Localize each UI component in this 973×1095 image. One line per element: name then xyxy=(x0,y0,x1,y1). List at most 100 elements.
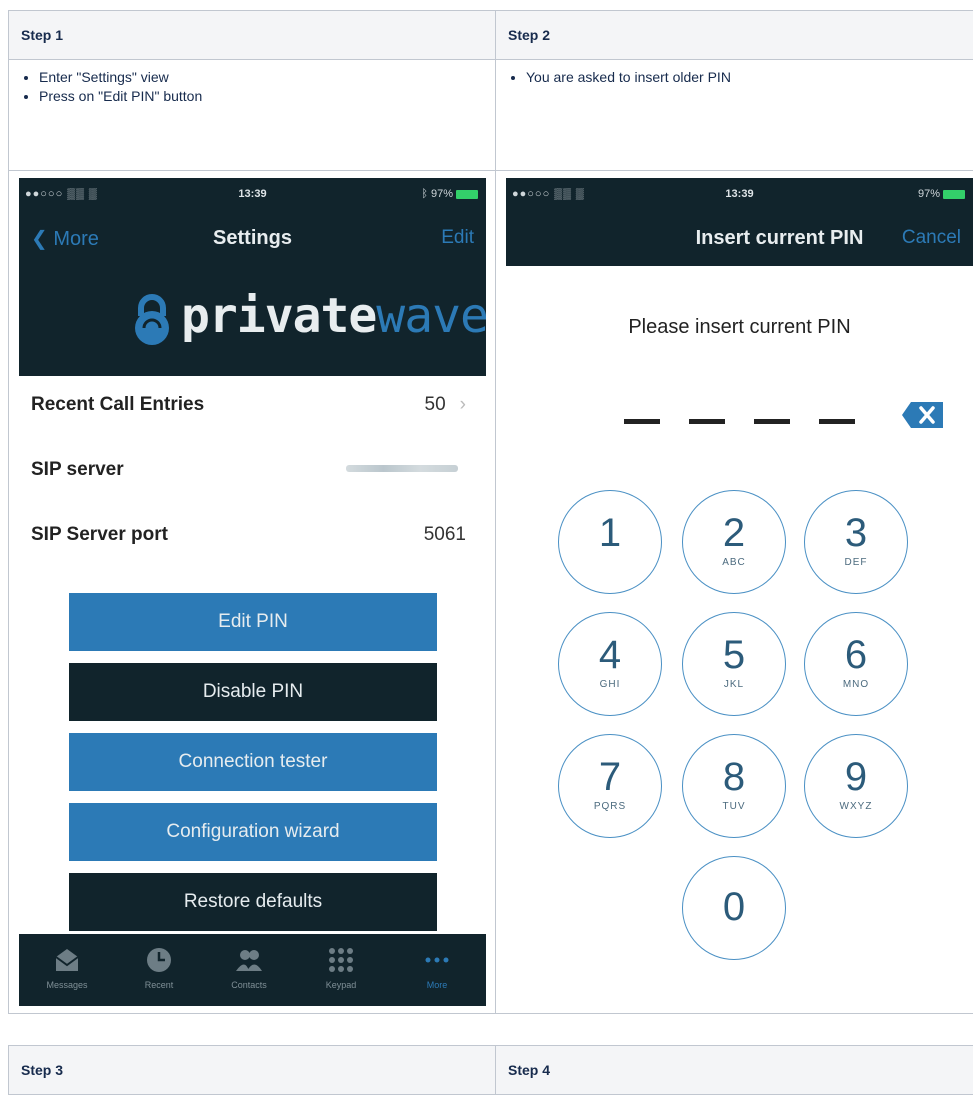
more-icon xyxy=(423,946,451,974)
tab-label: More xyxy=(397,980,477,990)
key-9[interactable]: 9 WXYZ xyxy=(804,734,908,838)
edit-button[interactable]: Edit xyxy=(441,227,474,249)
step-1-header: Step 1 xyxy=(9,11,496,60)
settings-header: ●●○○○ ▒▒ ▒ 13:39 ᛒ 97% ❮ More Settings E… xyxy=(19,178,486,376)
key-digit: 0 xyxy=(683,887,785,927)
key-letters: MNO xyxy=(805,679,907,690)
battery-indicator: ᛒ 97% xyxy=(421,188,478,200)
logo-part-wave: wave xyxy=(376,288,486,344)
contacts-icon xyxy=(235,946,263,974)
key-letters: PQRS xyxy=(559,801,661,812)
step-3-header: Step 3 xyxy=(9,1046,496,1095)
tab-contacts[interactable]: Contacts xyxy=(209,946,289,990)
sip-server-port-row[interactable]: SIP Server port 5061 xyxy=(19,506,486,571)
recent-call-entries-row[interactable]: Recent Call Entries 50 › xyxy=(19,376,486,441)
pin-entry-dots xyxy=(624,411,884,429)
row-value: 5061 xyxy=(424,524,466,546)
chevron-right-icon: › xyxy=(460,394,466,415)
step-1-screenshot: ●●○○○ ▒▒ ▒ 13:39 ᛒ 97% ❮ More Settings E… xyxy=(9,171,496,1014)
step-1-instructions: Enter "Settings" view Press on "Edit PIN… xyxy=(9,60,496,171)
sip-server-value-blurred xyxy=(346,465,458,472)
status-bar: ●●○○○ ▒▒ ▒ 13:39 97% xyxy=(506,178,973,214)
step-2-header: Step 2 xyxy=(496,11,973,60)
key-digit: 5 xyxy=(683,635,785,675)
row-value: 50 › xyxy=(425,394,466,416)
insert-pin-header: ●●○○○ ▒▒ ▒ 13:39 97% Insert current PIN … xyxy=(506,178,973,266)
edit-pin-button[interactable]: Edit PIN xyxy=(69,593,437,651)
battery-icon xyxy=(943,190,965,199)
step-2-instructions: You are asked to insert older PIN xyxy=(496,60,973,171)
key-4[interactable]: 4 GHI xyxy=(558,612,662,716)
battery-percent: 97% xyxy=(918,188,940,200)
key-5[interactable]: 5 JKL xyxy=(682,612,786,716)
pin-prompt: Please insert current PIN xyxy=(506,316,973,339)
pin-slot xyxy=(754,419,790,424)
pin-slot xyxy=(819,419,855,424)
key-7[interactable]: 7 PQRS xyxy=(558,734,662,838)
key-digit: 3 xyxy=(805,513,907,553)
step-4-header: Step 4 xyxy=(496,1046,973,1095)
restore-defaults-button[interactable]: Restore defaults xyxy=(69,873,437,931)
tab-bar: Messages Recent Contacts Keypad xyxy=(19,934,486,1006)
key-digit: 7 xyxy=(559,757,661,797)
tab-messages[interactable]: Messages xyxy=(27,946,107,990)
settings-screen: ●●○○○ ▒▒ ▒ 13:39 ᛒ 97% ❮ More Settings E… xyxy=(19,178,486,1006)
tab-keypad[interactable]: Keypad xyxy=(301,946,381,990)
key-letters: DEF xyxy=(805,557,907,568)
key-letters: TUV xyxy=(683,801,785,812)
row-label: SIP server xyxy=(31,459,124,481)
key-letters: WXYZ xyxy=(805,801,907,812)
cancel-button[interactable]: Cancel xyxy=(902,227,961,249)
battery-icon xyxy=(456,190,478,199)
disable-pin-button[interactable]: Disable PIN xyxy=(69,663,437,721)
key-3[interactable]: 3 DEF xyxy=(804,490,908,594)
row-label: SIP Server port xyxy=(31,524,168,546)
steps-table: Step 1 Step 2 Enter "Settings" view Pres… xyxy=(8,10,973,1014)
connection-tester-button[interactable]: Connection tester xyxy=(69,733,437,791)
battery-indicator: 97% xyxy=(918,188,965,200)
key-6[interactable]: 6MNO xyxy=(804,612,908,716)
row-label: Recent Call Entries xyxy=(31,394,204,416)
key-digit: 8 xyxy=(683,757,785,797)
envelope-icon xyxy=(53,946,81,974)
battery-percent: 97% xyxy=(431,188,453,200)
key-digit: 1 xyxy=(559,513,661,553)
key-digit: 4 xyxy=(559,635,661,675)
status-time: 13:39 xyxy=(506,188,973,200)
privatewave-logo: privatewave xyxy=(19,266,486,376)
recent-call-entries-value: 50 xyxy=(425,394,446,415)
key-letters: ABC xyxy=(683,557,785,568)
pin-slot xyxy=(689,419,725,424)
configuration-wizard-button[interactable]: Configuration wizard xyxy=(69,803,437,861)
sip-server-row[interactable]: SIP server xyxy=(19,441,486,506)
clock-icon xyxy=(145,946,173,974)
nav-bar: ❮ More Settings Edit xyxy=(19,214,486,266)
bluetooth-icon: ᛒ xyxy=(421,188,431,200)
step-1-bullet: Enter "Settings" view xyxy=(39,68,495,87)
step-2-screenshot: ●●○○○ ▒▒ ▒ 13:39 97% Insert current PIN … xyxy=(496,171,973,1014)
step-2-bullet: You are asked to insert older PIN xyxy=(526,68,973,87)
step-1-bullet: Press on "Edit PIN" button xyxy=(39,87,495,106)
key-2[interactable]: 2 ABC xyxy=(682,490,786,594)
key-letters: GHI xyxy=(559,679,661,690)
key-letters: JKL xyxy=(683,679,785,690)
status-bar: ●●○○○ ▒▒ ▒ 13:39 ᛒ 97% xyxy=(19,178,486,214)
keypad-icon xyxy=(327,946,355,974)
logo-wordmark: privatewave xyxy=(181,288,486,344)
backspace-icon[interactable] xyxy=(901,400,945,430)
tab-label: Messages xyxy=(27,980,107,990)
key-digit: 2 xyxy=(683,513,785,553)
tab-label: Recent xyxy=(119,980,199,990)
pin-slot xyxy=(624,419,660,424)
key-digit: 9 xyxy=(805,757,907,797)
tab-recent[interactable]: Recent xyxy=(119,946,199,990)
key-0[interactable]: 0 xyxy=(682,856,786,960)
tab-label: Contacts xyxy=(209,980,289,990)
status-time: 13:39 xyxy=(19,188,486,200)
key-1[interactable]: 1 xyxy=(558,490,662,594)
nav-title: Settings xyxy=(19,227,486,250)
tab-more[interactable]: More xyxy=(397,946,477,990)
key-8[interactable]: 8 TUV xyxy=(682,734,786,838)
nav-bar: Insert current PIN Cancel xyxy=(506,214,973,266)
lock-icon xyxy=(131,294,173,346)
